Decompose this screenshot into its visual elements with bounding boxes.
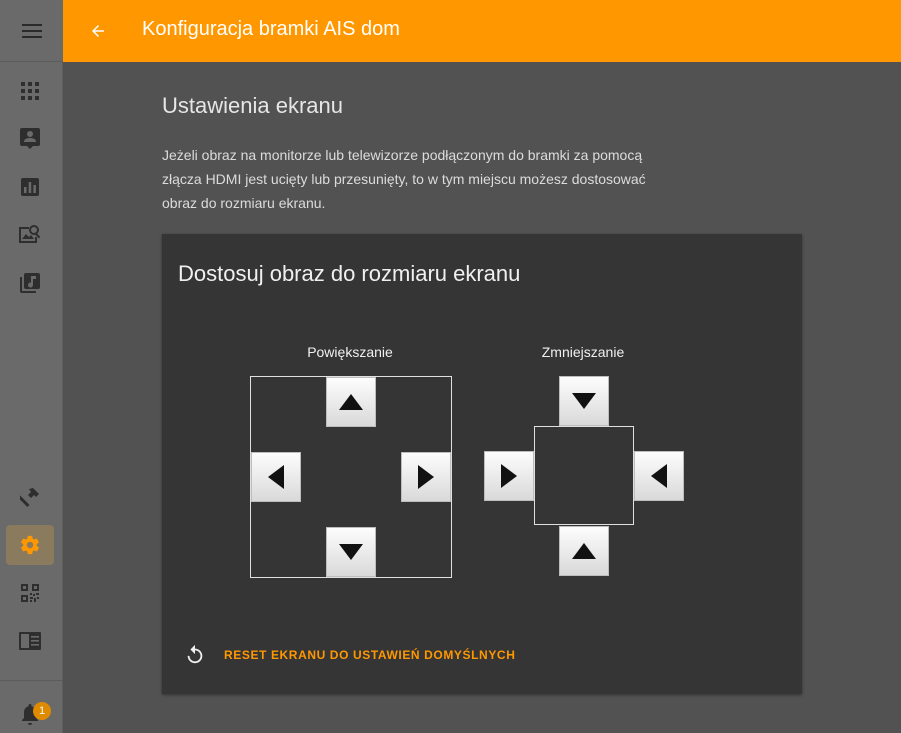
triangle-down-icon — [572, 393, 596, 409]
menu-button[interactable] — [0, 0, 63, 62]
gear-icon — [21, 535, 39, 555]
shrink-label: Zmniejszanie — [541, 344, 625, 360]
triangle-right-icon — [501, 464, 517, 488]
triangle-left-icon — [651, 464, 667, 488]
notification-count-badge: 1 — [33, 702, 51, 720]
shrink-left-button[interactable] — [484, 451, 534, 501]
reset-screen-button[interactable]: RESET EKRANU DO USTAWIEŃ DOMYŚLNYCH — [184, 644, 515, 666]
card-title: Dostosuj obraz do rozmiaru ekranu — [178, 261, 521, 286]
enlarge-label: Powiększanie — [307, 344, 393, 360]
sidebar-item-developer-tools[interactable] — [18, 485, 42, 509]
triangle-left-icon — [268, 465, 284, 489]
restore-icon — [187, 644, 203, 664]
hammer-icon — [20, 488, 39, 507]
top-app-bar: Konfiguracja bramki AIS dom — [63, 0, 901, 62]
sidebar-item-media[interactable] — [18, 223, 42, 247]
arrow-back-icon — [92, 25, 104, 37]
screen-adjust-card: Dostosuj obraz do rozmiaru ekranu Powięk… — [162, 234, 802, 694]
sidebar-item-person[interactable] — [18, 127, 42, 151]
enlarge-right-button[interactable] — [401, 452, 451, 502]
shrink-bottom-button[interactable] — [559, 526, 609, 576]
sidebar-item-history[interactable] — [18, 175, 42, 199]
shrink-right-button[interactable] — [634, 451, 684, 501]
section-title: Ustawienia ekranu — [162, 93, 343, 118]
image-search-icon — [19, 225, 41, 243]
sidebar-item-panel[interactable] — [18, 629, 42, 653]
reset-label: RESET EKRANU DO USTAWIEŃ DOMYŚLNYCH — [224, 648, 516, 662]
enlarge-left-button[interactable] — [251, 452, 301, 502]
person-card-icon — [20, 128, 40, 149]
hamburger-menu-icon — [21, 23, 42, 38]
triangle-right-icon — [418, 465, 434, 489]
sidebar-item-apps[interactable] — [18, 79, 42, 103]
page-title: Konfiguracja bramki AIS dom — [142, 18, 400, 40]
sidebar: 1 — [0, 0, 63, 733]
enlarge-up-button[interactable] — [326, 377, 376, 427]
triangle-down-icon — [339, 544, 363, 560]
section-description: Jeżeli obraz na monitorze lub telewizorz… — [162, 147, 646, 211]
sidebar-item-settings[interactable] — [18, 533, 42, 557]
sidebar-item-audio[interactable] — [18, 271, 42, 295]
shrink-top-button[interactable] — [559, 376, 609, 426]
book-panel-icon — [19, 632, 41, 650]
enlarge-down-button[interactable] — [326, 527, 376, 577]
apps-grid-icon — [21, 82, 39, 100]
music-library-icon — [20, 273, 40, 293]
shrink-frame — [534, 426, 634, 525]
bar-chart-icon — [21, 178, 39, 196]
qr-code-icon — [21, 584, 39, 602]
triangle-up-icon — [572, 543, 596, 559]
sidebar-item-qr[interactable] — [18, 581, 42, 605]
triangle-up-icon — [339, 394, 363, 410]
back-button[interactable] — [85, 18, 111, 44]
